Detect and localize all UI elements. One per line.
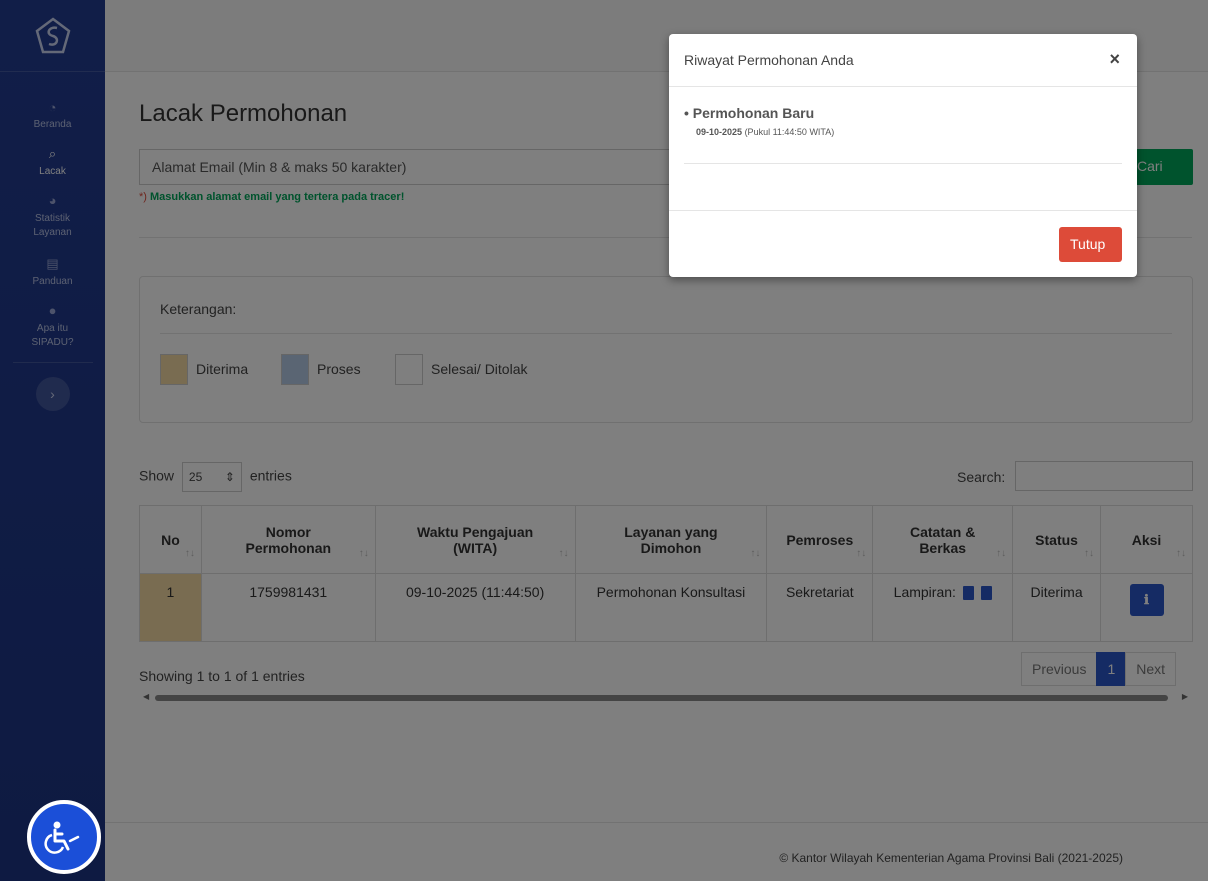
close-button[interactable]: Tutup	[1059, 227, 1122, 262]
history-time: (Pukul 11:44:50 WITA)	[744, 127, 835, 137]
close-icon[interactable]: ×	[1109, 49, 1120, 70]
modal-body: • Permohonan Baru 09-10-2025 (Pukul 11:4…	[669, 87, 1137, 211]
history-modal: Riwayat Permohonan Anda × • Permohonan B…	[669, 34, 1137, 277]
divider	[684, 163, 1122, 164]
history-item-date: 09-10-2025 (Pukul 11:44:50 WITA)	[696, 127, 1122, 137]
accessibility-button[interactable]	[27, 800, 101, 874]
history-date: 09-10-2025	[696, 127, 743, 137]
modal-title: Riwayat Permohonan Anda	[684, 52, 854, 68]
modal-header: Riwayat Permohonan Anda ×	[669, 34, 1137, 87]
wheelchair-icon	[44, 821, 80, 854]
modal-footer: Tutup	[669, 211, 1137, 277]
history-item-title: • Permohonan Baru	[684, 105, 815, 121]
